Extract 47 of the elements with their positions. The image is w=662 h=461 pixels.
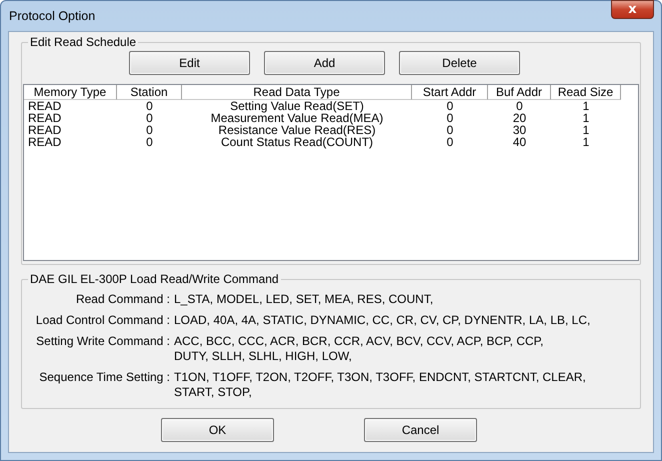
table-cell-text: 1: [582, 100, 590, 112]
table-cell-text: Measurement Value Read(MEA): [210, 112, 384, 124]
command-list: ACC, BCC, CCC, ACR, BCR, CCR, ACV, BCV, CCV, ACP, BCP, CCP, DUTY, SLLH, SLHL, HIGH, LOW,: [174, 334, 640, 364]
table-cell-text: 0: [446, 112, 454, 124]
table-cell-text: READ: [27, 136, 62, 148]
table-cell-text: 0: [145, 124, 154, 136]
table-cell-text: Count Status Read(COUNT): [220, 136, 374, 148]
column-header[interactable]: Buf Addr: [488, 85, 551, 100]
table-cell-text: 0: [515, 100, 524, 112]
table-cell-text: 0: [446, 100, 454, 112]
table-cell-text: 0: [145, 100, 154, 112]
table-cell-text: READ: [27, 100, 62, 112]
table-cell-text: 40: [512, 136, 528, 148]
table-cell-text: Setting Value Read(SET): [229, 100, 365, 112]
dialog-button[interactable]: OK: [161, 418, 274, 442]
table-cell-text: READ: [27, 124, 62, 136]
dialog-button[interactable]: Cancel: [364, 418, 477, 442]
table-cell-text: READ: [27, 112, 62, 124]
column-header[interactable]: Start Addr: [412, 85, 488, 100]
command-label: Setting Write Command :: [35, 334, 171, 350]
group-title: Edit Read Schedule: [28, 35, 138, 49]
table-cell-text: 1: [582, 124, 590, 136]
table-cell-text: 20: [512, 112, 528, 124]
column-header[interactable]: Memory Type: [24, 85, 117, 100]
command-label: Read Command :: [74, 292, 171, 307]
table-cell-text: 1: [582, 112, 590, 124]
column-header[interactable]: Read Size: [551, 85, 621, 100]
command-label: Load Control Command :: [34, 313, 171, 328]
command-label: Sequence Time Setting :: [38, 370, 171, 386]
column-header[interactable]: Read Data Type: [182, 85, 412, 100]
table-cell-text: 1: [582, 136, 590, 148]
table-cell-text: 0: [446, 124, 454, 136]
close-button[interactable]: x: [611, 0, 654, 19]
table-cell-text: 30: [512, 124, 528, 136]
table-cell-text: 0: [446, 136, 454, 148]
table-cell-text: Resistance Value Read(RES): [217, 124, 376, 136]
table-cell-text: 0: [145, 136, 154, 148]
schedule-button[interactable]: Delete: [399, 51, 520, 75]
command-list: L_STA, MODEL, LED, SET, MEA, RES, COUNT,: [174, 292, 640, 307]
window-title: Protocol Option: [9, 9, 96, 23]
schedule-button[interactable]: Edit: [129, 51, 250, 75]
group-title: DAE GIL EL-300P Load Read/Write Command: [28, 272, 281, 286]
column-header[interactable]: Station: [117, 85, 182, 100]
command-list: LOAD, 40A, 4A, STATIC, DYNAMIC, CC, CR, CV, CP, DYNENTR, LA, LB, LC,: [174, 313, 640, 328]
table-cell-text: 0: [145, 112, 154, 124]
schedule-button[interactable]: Add: [264, 51, 385, 75]
command-list: T1ON, T1OFF, T2ON, T2OFF, T3ON, T3OFF, ENDCNT, STARTCNT, CLEAR, START, STOP,: [174, 370, 640, 400]
